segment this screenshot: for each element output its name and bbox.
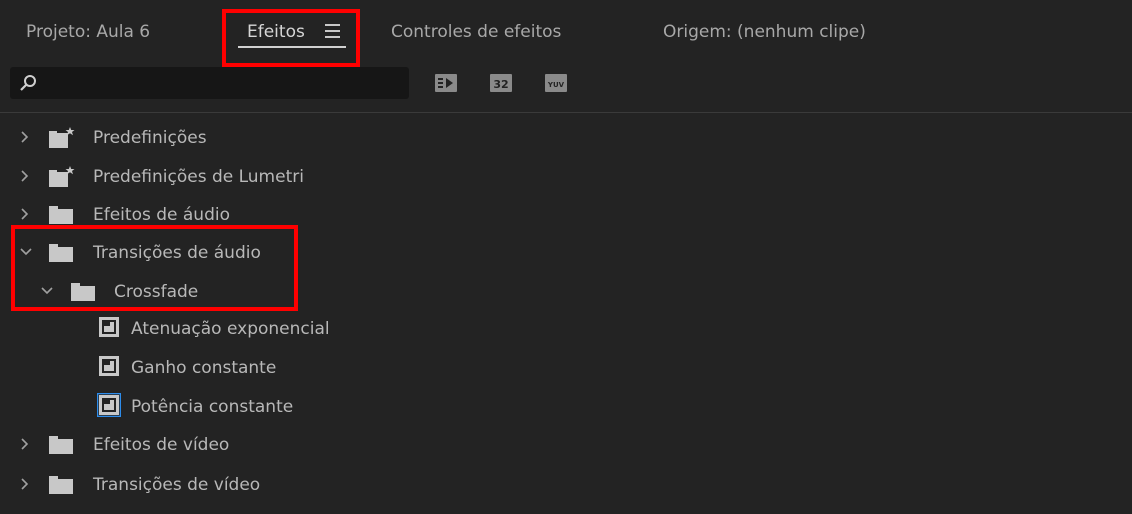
tab-origem[interactable]: Origem: (nenhum clipe)	[663, 22, 866, 42]
tree-item-predefinicoes[interactable]: Predefinições	[0, 119, 1132, 157]
chevron-right-icon[interactable]	[18, 477, 32, 491]
32bit-label: 32	[493, 78, 508, 91]
tab-projeto[interactable]: Projeto: Aula 6	[26, 22, 150, 42]
tree-item-ganho-constante[interactable]: Ganho constante	[0, 349, 1132, 387]
audio-transition-default-icon	[97, 393, 121, 417]
preset-folder-icon	[49, 166, 75, 187]
tree-item-transicoes-de-video[interactable]: Transições de vídeo	[0, 466, 1132, 504]
tree-item-label: Predefinições	[93, 128, 207, 148]
search-input[interactable]	[44, 71, 408, 97]
chevron-right-icon[interactable]	[18, 207, 32, 221]
panel-divider	[0, 112, 1132, 113]
yuv-effects-filter-icon[interactable]: YUV	[544, 72, 568, 94]
tree-item-label: Efeitos de vídeo	[93, 435, 230, 455]
tree-item-atenuacao-exponencial[interactable]: Atenuação exponencial	[0, 310, 1132, 348]
tree-item-label: Ganho constante	[131, 358, 277, 378]
tree-item-predefinicoes-lumetri[interactable]: Predefinições de Lumetri	[0, 158, 1132, 196]
tree-item-label: Atenuação exponencial	[131, 319, 330, 339]
search-field[interactable]	[10, 67, 409, 99]
efeitos-tab-annotation-box	[222, 9, 360, 67]
tree-item-efeitos-de-video[interactable]: Efeitos de vídeo	[0, 426, 1132, 464]
search-icon	[20, 75, 36, 91]
folder-icon	[49, 436, 73, 454]
tree-item-label: Transições de vídeo	[93, 475, 261, 495]
folder-icon	[49, 206, 73, 224]
audio-transitions-annotation-box	[11, 225, 298, 311]
tab-controles-de-efeitos[interactable]: Controles de efeitos	[391, 22, 561, 42]
panel-tab-bar: Projeto: Aula 6 Efeitos Controles de efe…	[0, 0, 1132, 67]
tree-item-potencia-constante[interactable]: Potência constante	[0, 388, 1132, 426]
preset-folder-icon	[49, 127, 75, 148]
tree-item-label: Potência constante	[131, 397, 294, 417]
tree-item-label: Predefinições de Lumetri	[93, 167, 304, 187]
chevron-right-icon[interactable]	[18, 169, 32, 183]
chevron-right-icon[interactable]	[18, 437, 32, 451]
tree-item-label: Efeitos de áudio	[93, 205, 230, 225]
accelerated-effects-filter-icon[interactable]	[434, 72, 458, 94]
chevron-right-icon[interactable]	[18, 130, 32, 144]
32bit-effects-filter-icon[interactable]: 32	[489, 72, 513, 94]
yuv-label: YUV	[547, 81, 565, 89]
audio-transition-icon	[99, 356, 119, 376]
audio-transition-icon	[99, 317, 119, 337]
folder-icon	[49, 476, 73, 494]
